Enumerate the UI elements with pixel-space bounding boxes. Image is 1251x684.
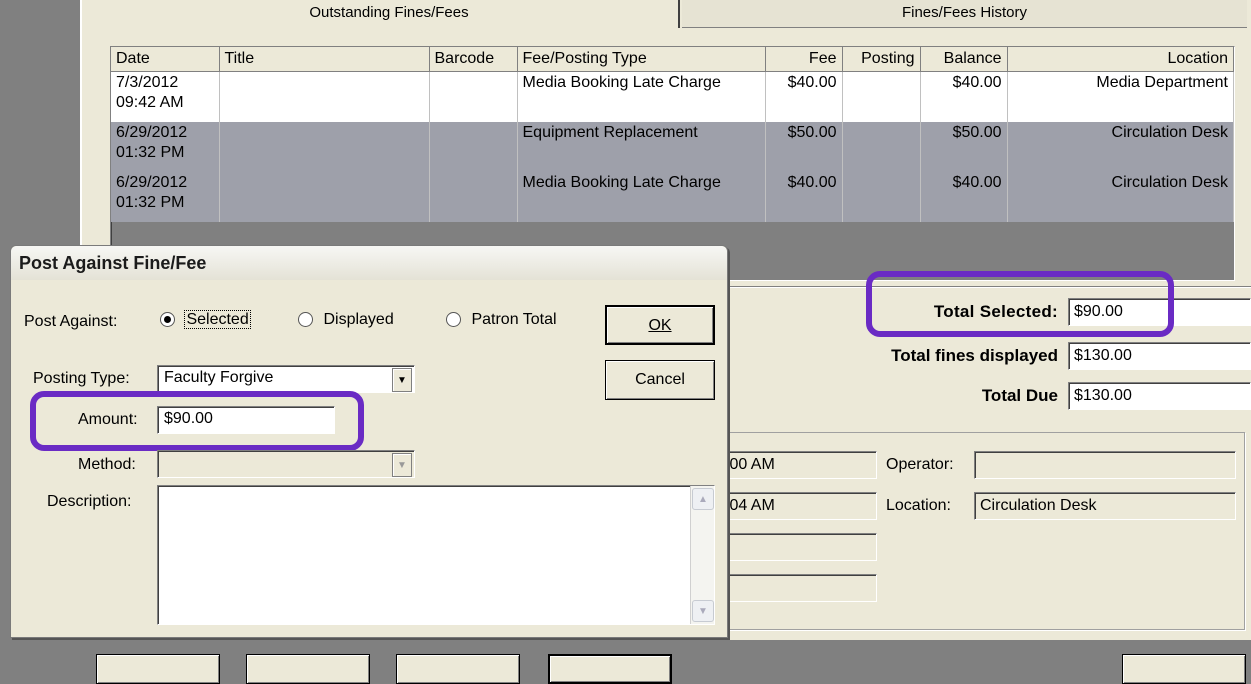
cancel-button[interactable]: Cancel [605,360,715,400]
cell-type: Media Booking Late Charge [517,171,766,222]
cell-date: 7/3/2012 09:42 AM [111,71,220,122]
bottom-button-5[interactable] [1122,654,1246,684]
cell-fee: $40.00 [765,71,843,122]
cell-title [219,121,430,172]
cell-posting [842,171,921,222]
tab-outstanding-label: Outstanding Fines/Fees [309,4,469,21]
total-selected-highlight [866,271,1174,337]
ok-button[interactable]: OK [605,305,715,345]
cell-barcode [429,71,518,122]
location-label: Location: [886,497,951,514]
posting-type-select[interactable]: Faculty Forgive ▼ [157,365,415,393]
bottom-button-4[interactable] [548,654,672,684]
radio-patron-total[interactable]: Patron Total [446,311,557,329]
cell-fee: $40.00 [765,171,843,222]
bottom-button-3[interactable] [396,654,520,684]
col-fee-type[interactable]: Fee/Posting Type [517,47,766,72]
total-due-field: $130.00 [1068,382,1251,410]
cell-balance: $40.00 [920,171,1008,222]
radio-displayed-icon [298,312,313,328]
cell-location: Circulation Desk [1007,121,1234,172]
detail-field-3 [722,533,877,561]
amount-highlight [30,391,364,451]
time-field-2: :04 AM [722,492,877,520]
cell-type: Equipment Replacement [517,121,766,172]
table-row[interactable]: 6/29/2012 01:32 PM Media Booking Late Cha… [111,171,1234,222]
col-balance[interactable]: Balance [920,47,1008,72]
cell-posting [842,121,921,172]
col-barcode[interactable]: Barcode [429,47,518,72]
cell-barcode [429,171,518,222]
cell-title [219,71,430,122]
col-location[interactable]: Location [1007,47,1234,72]
tab-history-label: Fines/Fees History [901,4,1028,21]
cell-title [219,171,430,222]
time-field-1: :00 AM [722,451,877,479]
table-header-row: Date Title Barcode Fee/Posting Type Fee … [111,47,1234,72]
post-against-label: Post Against: [24,313,118,330]
cell-location: Circulation Desk [1007,171,1234,222]
table-row[interactable]: 7/3/2012 09:42 AM Media Booking Late Char… [111,71,1234,122]
col-date[interactable]: Date [111,47,220,72]
scroll-down-icon[interactable]: ▼ [692,600,714,622]
tab-fines-history[interactable]: Fines/Fees History [682,0,1247,28]
cell-barcode [429,121,518,172]
cell-date: 6/29/2012 01:32 PM [111,121,220,172]
bottom-button-2[interactable] [246,654,370,684]
cell-balance: $40.00 [920,71,1008,122]
chevron-down-icon[interactable]: ▼ [392,453,412,477]
scroll-up-icon[interactable]: ▲ [692,488,714,510]
col-fee[interactable]: Fee [765,47,843,72]
cell-location: Media Department [1007,71,1234,122]
cell-date: 6/29/2012 01:32 PM [111,171,220,222]
radio-patron-total-icon [446,312,461,328]
col-title[interactable]: Title [219,47,430,72]
radio-selected-icon [160,312,175,328]
dialog-title: Post Against Fine/Fee [11,246,727,280]
operator-label: Operator: [886,456,954,473]
radio-selected[interactable]: Selected [160,310,251,329]
method-select[interactable]: ▼ [157,450,415,478]
total-displayed-field: $130.00 [1068,342,1251,370]
radio-displayed[interactable]: Displayed [298,311,394,329]
table-row[interactable]: 6/29/2012 01:32 PM Equipment Replacement … [111,121,1234,172]
cell-balance: $50.00 [920,121,1008,172]
method-label: Method: [78,456,136,473]
description-label: Description: [47,493,132,510]
cell-fee: $50.00 [765,121,843,172]
fines-table: Date Title Barcode Fee/Posting Type Fee … [111,47,1234,222]
description-scrollbar[interactable]: ▲ ▼ [690,486,714,624]
description-textarea[interactable]: ▲ ▼ [157,485,715,625]
col-posting[interactable]: Posting [842,47,921,72]
radio-selected-label: Selected [184,310,251,329]
cancel-button-label: Cancel [635,371,685,388]
posting-type-label: Posting Type: [33,370,130,387]
detail-field-4 [722,574,877,602]
operator-field [974,451,1236,479]
total-displayed-label: Total fines displayed [891,346,1058,365]
radio-displayed-label: Displayed [323,311,394,328]
posting-type-value: Faculty Forgive [164,369,274,386]
total-due-label: Total Due [981,386,1058,405]
tab-outstanding-fines[interactable]: Outstanding Fines/Fees [100,0,680,28]
radio-patron-total-label: Patron Total [471,311,557,328]
cell-type: Media Booking Late Charge [517,71,766,122]
cell-posting [842,71,921,122]
bottom-button-1[interactable] [96,654,220,684]
ok-button-label: OK [648,317,672,334]
location-field: Circulation Desk [974,492,1236,520]
chevron-down-icon[interactable]: ▼ [392,368,412,392]
